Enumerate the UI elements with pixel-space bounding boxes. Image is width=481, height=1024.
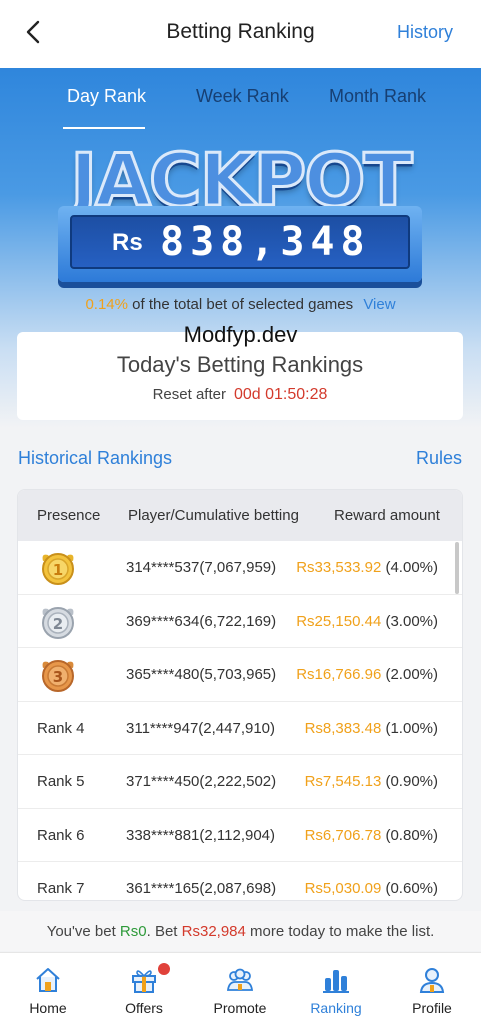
- table-row: Rank 6 338****881(2,112,904) Rs6,706.78 …: [18, 809, 462, 862]
- ranking-icon: [323, 970, 349, 993]
- reward-value: Rs6,706.78: [304, 826, 382, 844]
- table-row: 3 365****480(5,703,965) Rs16,766.96 (2.0…: [18, 648, 462, 702]
- profile-icon: [419, 968, 445, 993]
- reset-label: Reset after: [152, 386, 226, 403]
- header-reward: Reward amount: [334, 507, 440, 524]
- reward-percent: (3.00%): [385, 612, 438, 630]
- player-info: 371****450(2,222,502): [126, 773, 277, 790]
- nav-offers[interactable]: Offers: [96, 953, 192, 1024]
- historical-rankings-link[interactable]: Historical Rankings: [18, 448, 172, 469]
- medal-rank-3: 3: [53, 668, 63, 686]
- reward-value: Rs16,766.96: [296, 666, 382, 683]
- promote-icon: [226, 968, 254, 991]
- player-info: 369****634(6,722,169): [126, 612, 277, 630]
- player-info: 361****165(2,087,698): [126, 880, 277, 897]
- bronze-medal-icon: 3: [42, 660, 74, 692]
- table-row: Rank 5 371****450(2,222,502) Rs7,545.13 …: [18, 755, 462, 809]
- reward-percent: (0.80%): [385, 826, 438, 844]
- nav-label-profile: Profile: [412, 1000, 452, 1016]
- rank-tabs: Day Rank Week Rank Month Rank: [0, 86, 481, 129]
- reward-value: Rs25,150.44: [296, 612, 382, 630]
- nav-label-promote: Promote: [213, 1000, 267, 1016]
- view-link[interactable]: View: [363, 296, 395, 313]
- table-header: Presence Player/Cumulative betting Rewar…: [18, 490, 462, 541]
- player-info: 365****480(5,703,965): [126, 666, 277, 683]
- reward-value: Rs7,545.13: [304, 773, 382, 790]
- reward-amount: Rs33,533.92 (4.00%): [296, 559, 438, 576]
- notice-text-2: . Bet: [146, 923, 182, 940]
- rank-label: Rank 6: [37, 826, 85, 844]
- watermark: Modfyp.dev: [183, 322, 298, 347]
- jackpot-description: of the total bet of selected games: [132, 296, 354, 313]
- jackpot-percent: 0.14%: [85, 296, 128, 313]
- reward-amount: Rs7,545.13 (0.90%): [305, 773, 438, 790]
- jackpot-display: Rs 838,348: [58, 206, 422, 282]
- nav-label-ranking: Ranking: [310, 1000, 362, 1016]
- table-scrollbar[interactable]: [455, 542, 459, 594]
- reward-percent: (4.00%): [385, 559, 438, 576]
- tab-day-rank[interactable]: Day Rank: [67, 86, 146, 107]
- reward-amount: Rs16,766.96 (2.00%): [296, 666, 438, 683]
- jackpot-currency: Rs: [112, 229, 143, 256]
- reward-percent: (0.60%): [385, 880, 438, 897]
- reward-amount: Rs8,383.48 (1.00%): [305, 720, 438, 737]
- reward-value: Rs33,533.92: [296, 559, 382, 576]
- notification-dot: [158, 963, 170, 975]
- rank-label: Rank 4: [37, 719, 85, 737]
- player-info: 311****947(2,447,910): [126, 719, 276, 737]
- notice-text-3: more today to make the list.: [245, 923, 435, 940]
- bet-notice: You've bet Rs0. Bet Rs32,984 more today …: [0, 911, 481, 951]
- nav-ranking[interactable]: Ranking: [288, 953, 384, 1024]
- nav-profile[interactable]: Profile: [384, 953, 480, 1024]
- table-row: 1 314****537(7,067,959) Rs33,533.92 (4.0…: [18, 541, 462, 595]
- bottom-nav: Home Offers Promote Ranking Profile: [0, 952, 481, 1024]
- home-icon: [36, 968, 60, 992]
- gold-medal-icon: 1: [42, 553, 74, 585]
- jackpot-panel: Rs 838,348: [70, 215, 410, 269]
- today-title: Today's Betting Rankings: [116, 352, 364, 377]
- gift-icon: [132, 970, 156, 993]
- reward-value: Rs8,383.48: [304, 719, 382, 737]
- medal-rank-2: 2: [53, 615, 63, 633]
- header-player: Player/Cumulative betting: [128, 507, 299, 524]
- jackpot-amount: 838,348: [160, 219, 371, 265]
- rank-label: Rank 5: [37, 773, 85, 790]
- player-info: 338****881(2,112,904): [126, 826, 276, 844]
- top-bar: Betting Ranking History: [0, 0, 481, 68]
- active-tab-underline: [63, 127, 145, 129]
- table-row: Rank 7 361****165(2,087,698) Rs5,030.09 …: [18, 862, 462, 900]
- countdown-timer: 00d 01:50:28: [233, 386, 328, 403]
- reward-amount: Rs6,706.78 (0.80%): [305, 827, 438, 844]
- silver-medal-icon: 2: [42, 606, 74, 639]
- reward-percent: (0.90%): [385, 773, 438, 790]
- reward-value: Rs5,030.09: [304, 880, 382, 897]
- table-row: Rank 4 311****947(2,447,910) Rs8,383.48 …: [18, 702, 462, 755]
- ranking-table[interactable]: Presence Player/Cumulative betting Rewar…: [17, 489, 463, 901]
- nav-home[interactable]: Home: [0, 953, 96, 1024]
- reward-percent: (1.00%): [385, 719, 438, 737]
- nav-label-home: Home: [29, 1000, 67, 1016]
- current-bet: Rs0: [119, 923, 147, 940]
- reset-countdown: Reset after 00d 01:50:28: [17, 386, 463, 404]
- reward-percent: (2.00%): [385, 666, 438, 683]
- rules-link[interactable]: Rules: [416, 448, 462, 469]
- header-presence: Presence: [37, 507, 101, 524]
- bet-needed: Rs32,984: [181, 923, 246, 940]
- notice-text-1: You've bet: [46, 923, 120, 940]
- table-row: 2 369****634(6,722,169) Rs25,150.44 (3.0…: [18, 595, 462, 648]
- tab-month-rank[interactable]: Month Rank: [329, 86, 426, 107]
- nav-promote[interactable]: Promote: [192, 953, 288, 1024]
- tab-week-rank[interactable]: Week Rank: [196, 86, 289, 107]
- rank-label: Rank 7: [37, 880, 85, 897]
- jackpot-percent-line: 0.14% of the total bet of selected games…: [0, 296, 481, 313]
- history-link[interactable]: History: [397, 22, 453, 43]
- player-info: 314****537(7,067,959): [126, 559, 277, 576]
- medal-rank-1: 1: [53, 561, 63, 579]
- nav-label-offers: Offers: [125, 1000, 163, 1016]
- reward-amount: Rs5,030.09 (0.60%): [305, 880, 438, 897]
- reward-amount: Rs25,150.44 (3.00%): [296, 613, 438, 630]
